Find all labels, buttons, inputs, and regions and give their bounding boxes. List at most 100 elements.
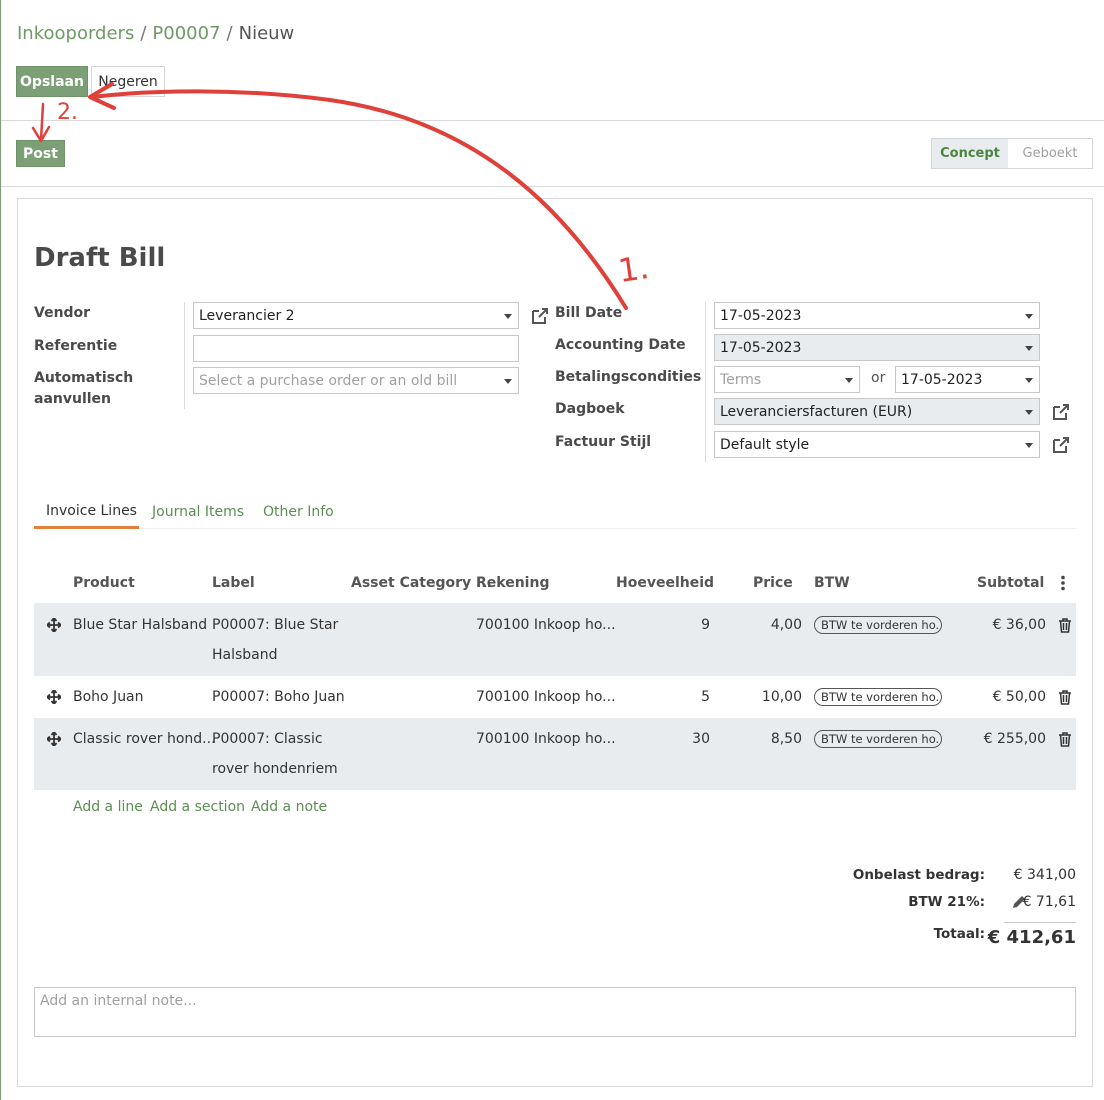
table-row[interactable] xyxy=(34,603,1076,676)
drag-handle-icon[interactable] xyxy=(47,618,61,632)
due-date-field[interactable]: 17-05-2023 xyxy=(895,366,1040,393)
chevron-down-icon[interactable] xyxy=(1025,346,1033,351)
page-title: Draft Bill xyxy=(34,243,166,273)
or-label: or xyxy=(871,370,886,386)
add-line-link[interactable]: Add a line xyxy=(73,799,143,815)
column-options-icon[interactable] xyxy=(1059,575,1067,591)
discard-button[interactable]: Negeren xyxy=(91,66,165,97)
invoice-style-label: Factuur Stijl xyxy=(555,434,652,450)
bill-date-label: Bill Date xyxy=(555,305,623,321)
label-divider xyxy=(184,302,185,409)
table-row[interactable] xyxy=(34,718,1076,790)
trash-icon[interactable] xyxy=(1058,732,1072,747)
column-header-account[interactable]: Rekening xyxy=(476,575,549,591)
row-product: Blue Star Halsband xyxy=(73,617,208,633)
status-concept[interactable]: Concept xyxy=(932,139,1008,168)
vendor-value: Leverancier 2 xyxy=(199,307,295,324)
breadcrumb-separator: / xyxy=(140,23,147,44)
tax-amount-label: BTW 21%: xyxy=(908,894,985,910)
chevron-down-icon[interactable] xyxy=(1025,410,1033,415)
row-subtotal: € 50,00 xyxy=(992,689,1046,705)
label-divider xyxy=(705,302,706,462)
chevron-down-icon[interactable] xyxy=(504,314,512,319)
totals-divider xyxy=(1004,922,1076,923)
column-header-quantity[interactable]: Hoeveelheid xyxy=(616,575,714,591)
external-link-icon[interactable] xyxy=(1051,402,1071,422)
row-label-line2: rover hondenriem xyxy=(212,761,338,777)
row-label: P00007: Blue Star xyxy=(212,617,339,633)
save-button[interactable]: Opslaan xyxy=(16,66,88,97)
row-product: Classic rover hond... xyxy=(73,731,216,747)
vendor-label: Vendor xyxy=(34,305,91,321)
status-bar: Concept Geboekt xyxy=(931,138,1093,169)
vendor-field[interactable]: Leverancier 2 xyxy=(193,302,519,329)
breadcrumb-separator: / xyxy=(226,23,233,44)
post-button[interactable]: Post xyxy=(16,140,65,167)
column-header-price[interactable]: Price xyxy=(753,575,793,591)
invoice-style-field[interactable]: Default style xyxy=(714,431,1040,458)
accounting-date-label: Accounting Date xyxy=(555,337,686,353)
row-label-line2: Halsband xyxy=(212,647,278,663)
bill-date-value: 17-05-2023 xyxy=(720,307,802,324)
untaxed-amount-label: Onbelast bedrag: xyxy=(852,867,985,883)
row-subtotal: € 36,00 xyxy=(992,617,1046,633)
autofill-label-line2: aanvullen xyxy=(34,391,112,407)
chevron-down-icon[interactable] xyxy=(845,378,853,383)
row-account: 700100 Inkoop ho... xyxy=(476,617,616,633)
drag-handle-icon[interactable] xyxy=(47,690,61,704)
chevron-down-icon[interactable] xyxy=(504,379,512,384)
row-account: 700100 Inkoop ho... xyxy=(476,689,616,705)
breadcrumb-current: Nieuw xyxy=(238,23,295,44)
column-header-label[interactable]: Label xyxy=(212,575,255,591)
external-link-icon[interactable] xyxy=(530,306,550,326)
internal-note-field[interactable]: Add an internal note... xyxy=(34,987,1076,1037)
breadcrumb-order[interactable]: P00007 xyxy=(152,23,220,44)
chevron-down-icon[interactable] xyxy=(1025,443,1033,448)
journal-label: Dagboek xyxy=(555,401,625,417)
autofill-label: Automatisch xyxy=(34,370,134,386)
drag-handle-icon[interactable] xyxy=(47,732,61,746)
trash-icon[interactable] xyxy=(1058,618,1072,633)
accounting-date-value: 17-05-2023 xyxy=(720,339,802,356)
column-header-tax[interactable]: BTW xyxy=(814,575,850,591)
row-subtotal: € 255,00 xyxy=(983,731,1046,747)
tabs-baseline xyxy=(34,528,1076,529)
payment-terms-field[interactable]: Terms xyxy=(714,366,860,393)
accounting-date-field[interactable]: 17-05-2023 xyxy=(714,334,1040,361)
row-price: 4,00 xyxy=(770,617,802,633)
status-posted[interactable]: Geboekt xyxy=(1008,139,1092,168)
row-quantity: 30 xyxy=(692,731,710,747)
reference-field[interactable] xyxy=(193,335,519,362)
journal-field[interactable]: Leveranciersfacturen (EUR) xyxy=(714,398,1040,425)
journal-value: Leveranciersfacturen (EUR) xyxy=(720,403,913,420)
divider xyxy=(1,120,1104,121)
external-link-icon[interactable] xyxy=(1051,435,1071,455)
autofill-field[interactable]: Select a purchase order or an old bill xyxy=(193,367,519,394)
tab-invoice-lines[interactable]: Invoice Lines xyxy=(46,503,137,519)
annotation-step-2: 2. xyxy=(57,100,78,125)
column-header-subtotal[interactable]: Subtotal xyxy=(977,575,1044,591)
payment-terms-label: Betalingscondities xyxy=(555,369,702,385)
add-section-link[interactable]: Add a section xyxy=(150,799,245,815)
internal-note-placeholder: Add an internal note... xyxy=(40,993,197,1009)
tab-journal-items[interactable]: Journal Items xyxy=(152,504,244,520)
total-value: € 412,61 xyxy=(987,927,1076,948)
untaxed-amount-value: € 341,00 xyxy=(1013,867,1076,883)
tax-badge[interactable]: BTW te vorderen ho... xyxy=(814,688,942,706)
row-quantity: 9 xyxy=(701,617,710,633)
row-price: 8,50 xyxy=(770,731,802,747)
chevron-down-icon[interactable] xyxy=(1025,378,1033,383)
breadcrumb-purchase-orders[interactable]: Inkooporders xyxy=(17,23,134,44)
add-note-link[interactable]: Add a note xyxy=(251,799,327,815)
bill-date-field[interactable]: 17-05-2023 xyxy=(714,302,1040,329)
tab-other-info[interactable]: Other Info xyxy=(263,504,334,520)
tax-amount-value: € 71,61 xyxy=(1022,894,1076,910)
column-header-asset-category[interactable]: Asset Category ... xyxy=(351,575,492,591)
column-header-product[interactable]: Product xyxy=(73,575,135,591)
tax-badge[interactable]: BTW te vorderen ho... xyxy=(814,616,942,634)
reference-label: Referentie xyxy=(34,338,118,354)
trash-icon[interactable] xyxy=(1058,690,1072,705)
total-label: Totaal: xyxy=(933,926,985,942)
chevron-down-icon[interactable] xyxy=(1025,314,1033,319)
tax-badge[interactable]: BTW te vorderen ho... xyxy=(814,730,942,748)
